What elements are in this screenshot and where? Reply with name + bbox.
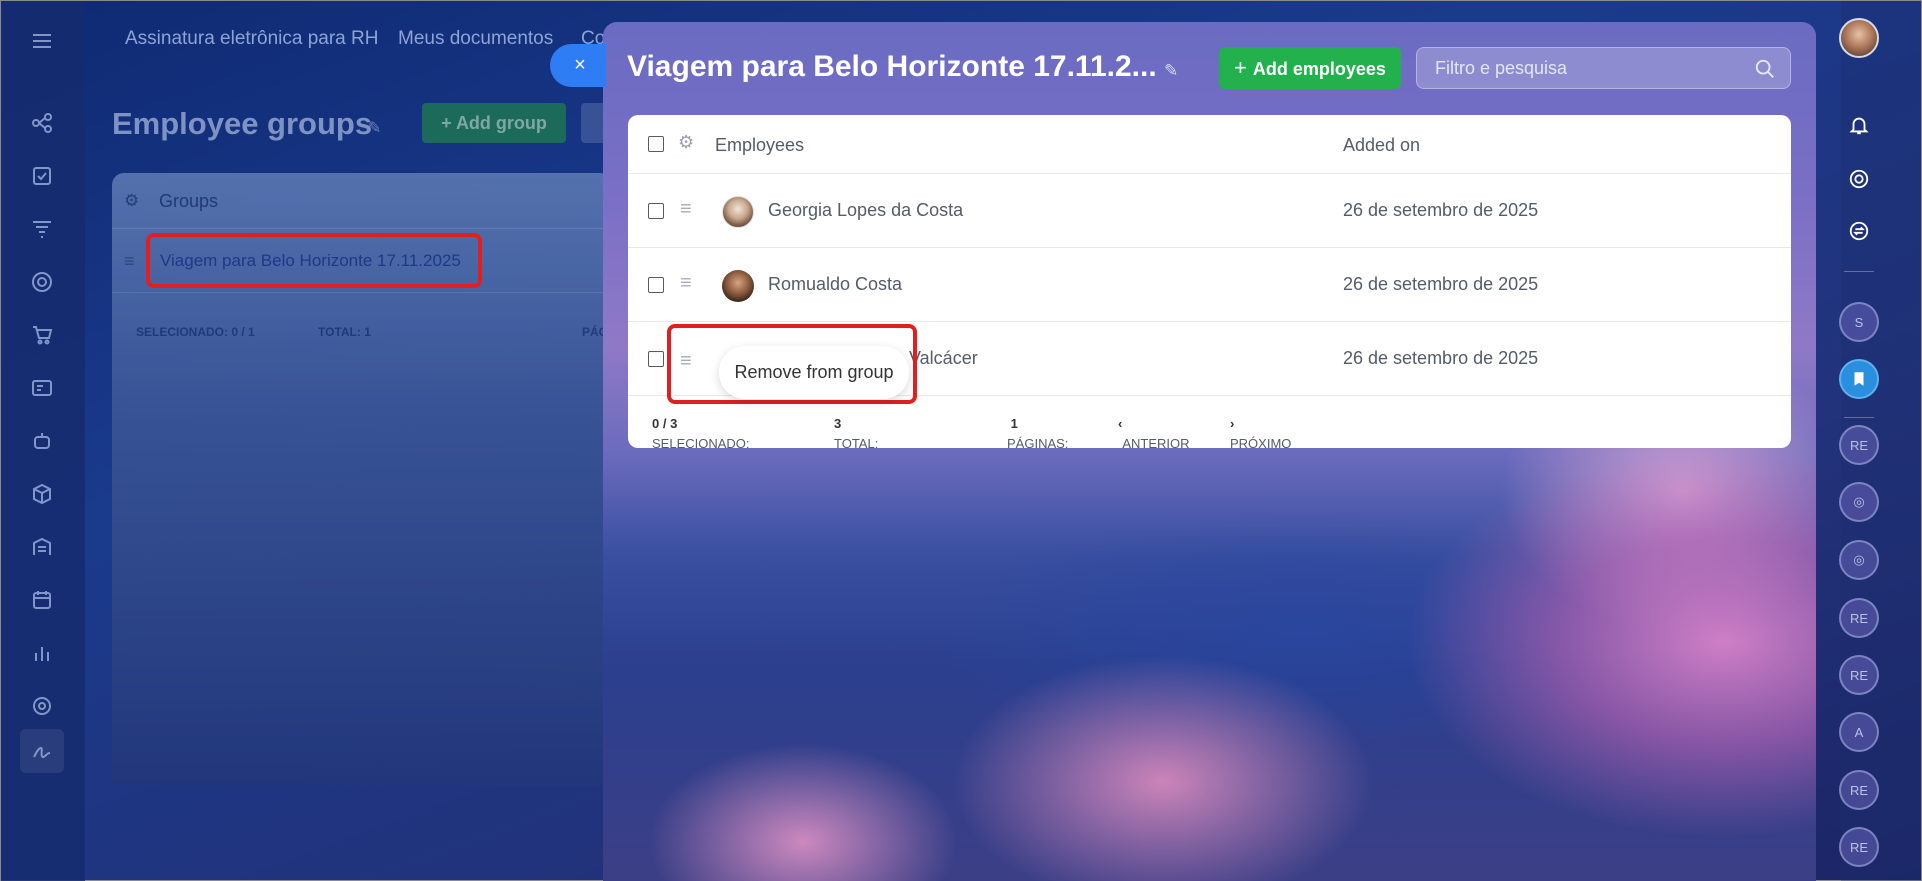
plus-icon: + [1234,55,1247,80]
previous-page-button[interactable]: ‹ ANTERIOR [1118,416,1190,451]
chat-bubble-re-4[interactable]: RE [1839,770,1879,810]
add-group-button[interactable]: + Add group [422,103,566,143]
robot-icon[interactable] [29,429,55,455]
nav-item-hr-esign[interactable]: Assinatura eletrônica para RH [125,28,378,50]
bookmark-icon[interactable] [1839,359,1879,399]
tasks-icon[interactable] [29,164,55,190]
next-page-button[interactable]: PRÓXIMO › [1230,416,1291,451]
sync-icon[interactable] [1843,215,1875,247]
drag-handle-icon[interactable]: ≡ [680,272,692,295]
select-all-checkbox[interactable] [648,136,664,152]
search-icon[interactable] [1754,58,1776,80]
cart-icon[interactable] [29,323,55,349]
row-checkbox[interactable] [648,203,664,219]
add-employees-label: Add employees [1252,59,1386,79]
chat-target-icon[interactable]: ◎ [1839,482,1879,522]
chat-bubble-s[interactable]: S [1839,302,1879,342]
pin-icon[interactable]: ✎ [1164,61,1178,81]
add-group-label: Add group [455,113,547,133]
page-title: Employee groups [112,106,373,141]
chevron-left-icon: ‹ [1118,416,1123,431]
chat-bubble-re-1[interactable]: RE [1839,425,1879,465]
plus-icon: + [441,113,456,133]
left-sidebar [1,1,85,881]
groups-total-count: TOTAL: 1 [318,325,371,339]
building-icon[interactable] [29,535,55,561]
search-input[interactable] [1435,48,1735,88]
table-row[interactable]: ≡ Romualdo Costa 26 de setembro de 2025 [628,248,1791,322]
column-added-on[interactable]: Added on [1343,135,1420,156]
groups-column-label: Groups [159,191,219,211]
menu-icon[interactable] [29,29,55,55]
groups-header: ⚙ Groups [112,173,612,229]
column-employees[interactable]: Employees [715,135,804,156]
network-icon[interactable] [29,111,55,137]
slider-title: Viagem para Belo Horizonte 17.11.2... [627,50,1157,83]
employee-name[interactable]: Romualdo Costa [768,274,902,295]
close-icon: × [574,54,586,76]
added-on-date: 26 de setembro de 2025 [1343,348,1539,368]
signature-icon[interactable] [20,729,64,773]
chat-bubble-re-5[interactable]: RE [1839,827,1879,867]
search-box[interactable] [1416,47,1791,89]
table-header: ⚙ Employees Added on [628,115,1791,174]
right-rail-divider [1844,271,1874,272]
gear-icon[interactable]: ⚙ [124,191,139,211]
row-checkbox[interactable] [648,351,664,367]
gear-icon[interactable]: ⚙ [678,132,694,153]
calendar-icon[interactable] [29,588,55,614]
chart-icon[interactable] [29,641,55,667]
settings-circle-icon[interactable] [29,694,55,720]
close-button[interactable]: × [550,44,606,87]
group-name-highlight [146,233,482,288]
avatar[interactable] [722,270,754,302]
nav-item-my-documents[interactable]: Meus documentos [398,28,553,50]
added-on-date: 26 de setembro de 2025 [1343,200,1539,220]
pages-count: PÁGINAS: 1 [1007,416,1069,451]
right-rail-divider-2 [1844,417,1874,418]
total-count: TOTAL: 3 [834,416,879,451]
bell-icon[interactable] [1843,109,1875,141]
chat-target-icon-2[interactable]: ◎ [1839,540,1879,580]
chevron-right-icon: › [1230,416,1235,431]
box-icon[interactable] [29,482,55,508]
added-on-date: 26 de setembro de 2025 [1343,274,1539,294]
drag-handle-icon[interactable]: ≡ [680,350,692,373]
table-row[interactable]: ≡ Georgia Lopes da Costa 26 de setembro … [628,174,1791,248]
chat-bubble-re-2[interactable]: RE [1839,598,1879,638]
user-avatar[interactable] [1839,18,1879,58]
drag-handle-icon[interactable]: ≡ [124,251,135,272]
employee-name[interactable]: Valcácer [909,348,978,369]
remove-from-group-tooltip[interactable]: Remove from group [719,346,909,399]
employee-name[interactable]: Georgia Lopes da Costa [768,200,963,221]
row-checkbox[interactable] [648,277,664,293]
funnel-icon[interactable] [29,217,55,243]
pin-icon[interactable]: ✎ [368,118,381,138]
target-icon[interactable] [29,270,55,296]
groups-selected-count: SELECIONADO: 0 / 1 [136,325,255,339]
add-employees-button[interactable]: + Add employees [1219,47,1401,89]
target-circle-icon[interactable] [1843,163,1875,195]
drag-handle-icon[interactable]: ≡ [680,198,692,221]
avatar[interactable] [722,196,754,228]
selected-count: SELECIONADO: 0 / 3 [652,416,750,451]
chat-bubble-a[interactable]: A [1839,712,1879,752]
chat-bubble-re-3[interactable]: RE [1839,655,1879,695]
card-icon[interactable] [29,376,55,402]
